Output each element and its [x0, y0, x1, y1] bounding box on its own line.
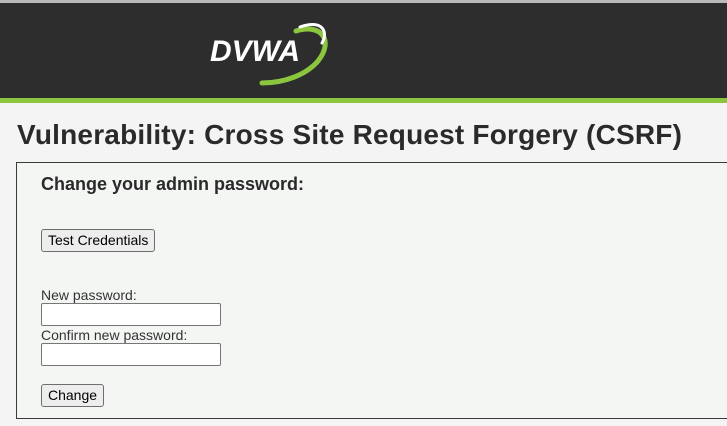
page-title: Vulnerability: Cross Site Request Forger… [17, 119, 683, 150]
change-button[interactable]: Change [41, 384, 105, 407]
dvwa-logo-icon: DVWA [210, 23, 328, 86]
new-password-input[interactable] [41, 303, 221, 326]
logo-text: DVWA [210, 35, 300, 68]
test-credentials-button[interactable]: Test Credentials [41, 229, 156, 252]
confirm-password-label: Confirm new password: [41, 327, 188, 343]
form-heading: Change your admin password: [41, 174, 305, 194]
dvwa-logo: DVWA [200, 13, 340, 93]
confirm-password-input[interactable] [41, 343, 221, 366]
csrf-form-panel: Change your admin password: Test Credent… [16, 162, 727, 419]
new-password-label: New password: [41, 287, 137, 303]
header-accent-bar [0, 98, 727, 103]
header: DVWA [0, 3, 727, 98]
